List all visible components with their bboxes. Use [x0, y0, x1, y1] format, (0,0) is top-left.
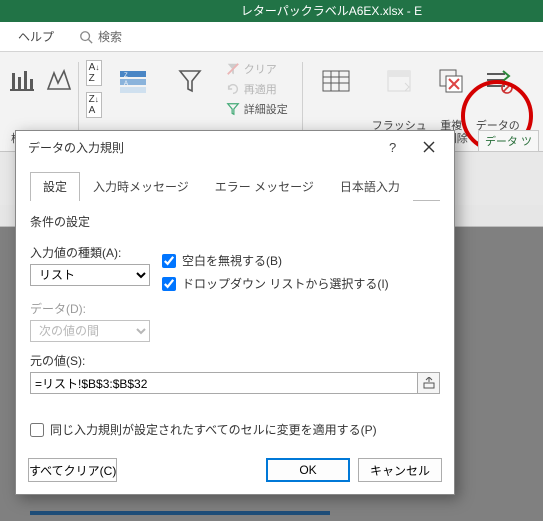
- search-icon: [79, 30, 93, 44]
- ribbon-separator: [302, 62, 303, 140]
- tab-settings[interactable]: 設定: [30, 172, 80, 201]
- dialog-help-button[interactable]: ?: [376, 134, 410, 160]
- flash-fill-icon: [385, 67, 413, 95]
- source-label: 元の値(S):: [30, 352, 440, 369]
- ignore-blank-input[interactable]: [162, 254, 176, 268]
- help-menu[interactable]: ヘルプ: [18, 28, 54, 45]
- sort-desc-button[interactable]: Z↓A: [86, 92, 103, 118]
- criteria-section-title: 条件の設定: [30, 213, 440, 230]
- reapply-button: 再適用: [226, 81, 288, 97]
- clear-all-button[interactable]: すべてクリア(C): [28, 458, 117, 482]
- dialog-title: データの入力規則: [28, 139, 124, 156]
- range-picker-button[interactable]: [418, 372, 440, 394]
- funnel-icon: [177, 67, 203, 95]
- apply-all-input[interactable]: [30, 423, 44, 437]
- in-cell-dropdown-input[interactable]: [162, 277, 176, 291]
- data-validation-dialog: データの入力規則 ? 設定 入力時メッセージ エラー メッセージ 日本語入力 条…: [15, 130, 455, 495]
- svg-text:A: A: [124, 81, 128, 87]
- sort-asc-button[interactable]: A↓Z: [86, 60, 103, 86]
- text-to-columns-icon: [321, 67, 351, 95]
- tab-error-alert[interactable]: エラー メッセージ: [202, 172, 327, 201]
- cancel-button[interactable]: キャンセル: [358, 458, 442, 482]
- advanced-icon: [226, 102, 240, 116]
- dialog-close-button[interactable]: [412, 134, 446, 160]
- menu-row: ヘルプ 検索: [0, 22, 543, 52]
- ignore-blank-checkbox[interactable]: 空白を無視する(B): [162, 252, 389, 269]
- tab-input-message[interactable]: 入力時メッセージ: [80, 172, 202, 201]
- search-placeholder: 検索: [98, 28, 122, 45]
- data-select: 次の値の間: [30, 320, 150, 342]
- selection-edge: [30, 511, 330, 515]
- svg-text:?: ?: [389, 140, 396, 154]
- data-label: データ(D):: [30, 300, 440, 317]
- in-cell-dropdown-checkbox[interactable]: ドロップダウン リストから選択する(I): [162, 275, 389, 292]
- window-titlebar: レターパックラベルA6EX.xlsx - E: [0, 0, 543, 22]
- collapse-dialog-icon: [423, 377, 435, 389]
- advanced-filter-button[interactable]: 詳細設定: [226, 101, 288, 117]
- data-validation-icon: [483, 67, 513, 95]
- search-box[interactable]: 検索: [79, 28, 122, 45]
- remove-dup-icon: [437, 67, 465, 95]
- ok-button[interactable]: OK: [266, 458, 350, 482]
- allow-select[interactable]: リスト: [30, 264, 150, 286]
- clear-icon: [226, 62, 240, 76]
- reapply-icon: [226, 82, 240, 96]
- svg-text:Z: Z: [124, 73, 128, 79]
- window-title: レターパックラベルA6EX.xlsx - E: [241, 4, 422, 18]
- dialog-titlebar[interactable]: データの入力規則 ?: [16, 131, 454, 163]
- ribbon-separator: [78, 62, 79, 140]
- clear-filter-button: クリア: [226, 61, 288, 77]
- ribbon-group-label: データ ツ: [478, 130, 539, 152]
- close-icon: [423, 141, 435, 153]
- tab-ime-mode[interactable]: 日本語入力: [327, 172, 413, 201]
- allow-label: 入力値の種類(A):: [30, 244, 150, 261]
- help-icon: ?: [386, 140, 400, 154]
- sort-icon: ZA: [118, 67, 148, 95]
- apply-all-checkbox[interactable]: 同じ入力規則が設定されたすべてのセルに変更を適用する(P): [30, 421, 440, 438]
- dialog-footer: すべてクリア(C) OK キャンセル: [16, 448, 454, 494]
- dialog-tabs: 設定 入力時メッセージ エラー メッセージ 日本語入力: [30, 171, 440, 201]
- geography-icon: [44, 67, 72, 95]
- source-input[interactable]: [30, 372, 418, 394]
- stocks-icon: [8, 67, 36, 95]
